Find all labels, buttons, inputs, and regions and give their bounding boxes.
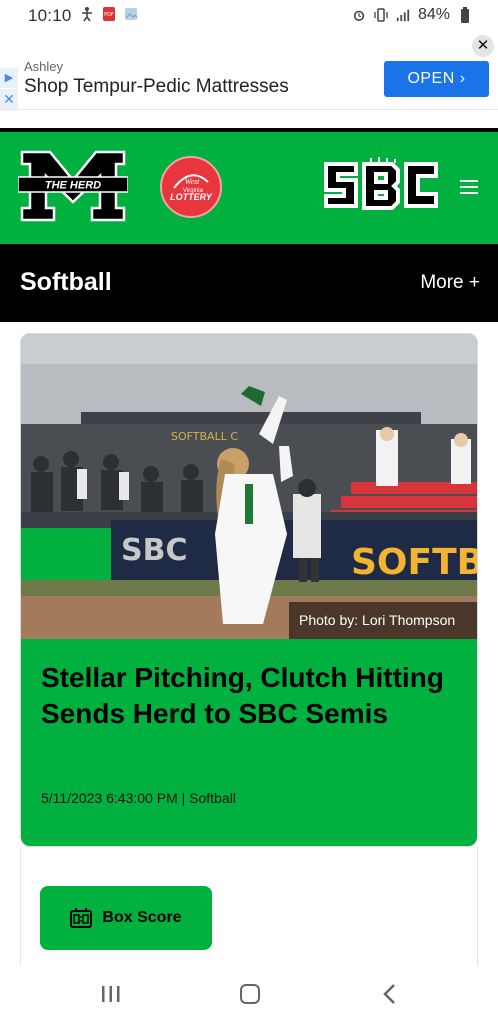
site-header: THE HERD West Virginia LOTTERY	[0, 132, 498, 244]
ad-dismiss-icon[interactable]: ✕	[0, 89, 18, 109]
story-meta: 5/11/2023 6:43:00 PM | Softball	[41, 790, 236, 806]
ad-open-label: OPEN	[407, 70, 455, 87]
story-headline[interactable]: Stellar Pitching, Clutch Hitting Sends H…	[41, 660, 461, 732]
lottery-mark: West Virginia LOTTERY	[170, 174, 213, 202]
softball-action-photo: SOFTBALL C SBC SOFTBA	[21, 334, 478, 639]
photo-banner-text: SOFTBA	[351, 542, 478, 583]
image-icon	[125, 8, 138, 20]
pdf-icon: PDF	[103, 7, 115, 21]
accessibility-icon	[82, 7, 92, 22]
ad-open-button[interactable]: OPEN ›	[384, 61, 489, 97]
photo-sbc-text: SBC	[121, 533, 188, 568]
box-score-label: Box Score	[102, 909, 182, 926]
status-time: 10:10	[28, 6, 72, 25]
box-score-button[interactable]: Box Score	[40, 886, 212, 950]
status-right: 84%	[352, 6, 472, 24]
scoreboard-icon	[70, 908, 93, 928]
story-photo[interactable]: SOFTBALL C SBC SOFTBA	[21, 334, 478, 639]
svg-text:LOTTERY: LOTTERY	[170, 192, 213, 202]
ad-close-button[interactable]: ✕	[472, 35, 494, 57]
sun-belt-conference-logo[interactable]	[322, 156, 440, 214]
svg-text:PDF: PDF	[104, 12, 114, 18]
hamburger-menu-icon[interactable]	[460, 179, 480, 195]
status-bar: 10:10 PDF 84%	[0, 0, 498, 32]
battery-icon	[461, 7, 469, 23]
home-icon[interactable]	[240, 984, 260, 1004]
back-icon[interactable]	[380, 983, 400, 1005]
photo-sign-text: SOFTBALL C	[171, 430, 238, 443]
marshall-herd-logo[interactable]: THE HERD	[18, 150, 128, 222]
more-menu-button[interactable]: More +	[420, 272, 480, 294]
recent-apps-icon[interactable]	[100, 984, 122, 1004]
sport-nav-bar: Softball More +	[0, 244, 498, 322]
system-nav-bar	[0, 966, 498, 1023]
battery-percent: 84%	[417, 6, 450, 23]
ad-banner[interactable]: ✕ ▶ ✕ Ashley Shop Tempur-Pedic Mattresse…	[0, 32, 498, 110]
vibrate-icon	[374, 8, 388, 22]
ad-headline[interactable]: Shop Tempur-Pedic Mattresses	[24, 76, 289, 98]
svg-text:West: West	[185, 177, 201, 186]
adchoices-play-icon[interactable]: ▶	[0, 68, 18, 88]
sport-title: Softball	[20, 268, 112, 296]
story-card[interactable]: SOFTBALL C SBC SOFTBA	[20, 333, 478, 847]
photo-credit: Photo by: Lori Thompson	[289, 602, 477, 639]
herd-logo-text: THE HERD	[45, 180, 101, 192]
chevron-right-icon: ›	[459, 70, 466, 87]
ad-advertiser: Ashley	[24, 59, 64, 74]
wv-lottery-logo[interactable]: West Virginia LOTTERY	[160, 156, 222, 218]
alarm-icon	[353, 10, 365, 22]
signal-icon	[396, 9, 410, 22]
notification-icons: PDF	[80, 6, 138, 22]
